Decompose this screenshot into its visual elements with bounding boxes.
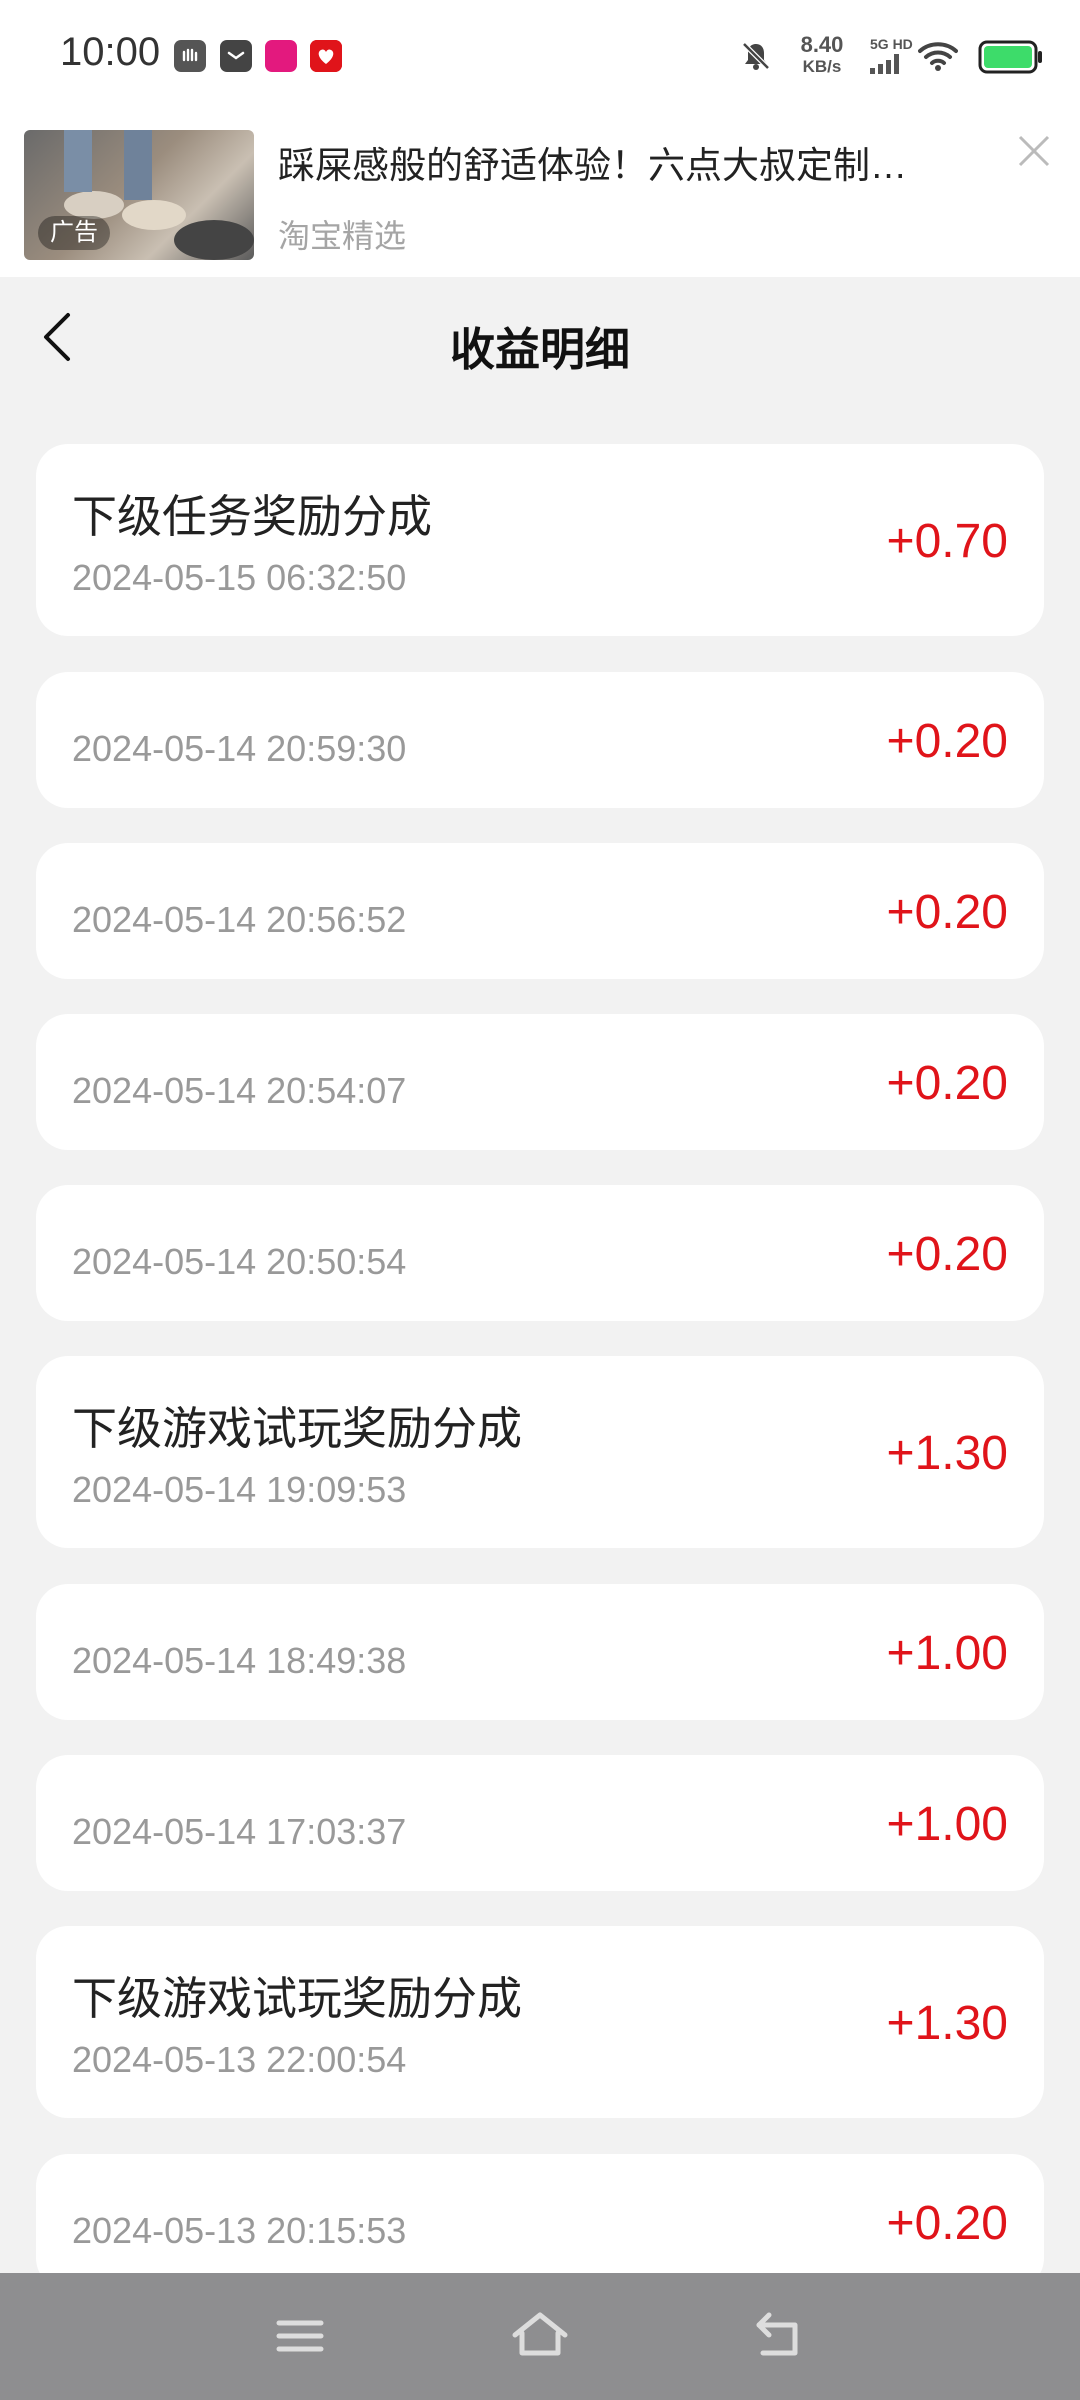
record-time: 2024-05-14 20:54:07 bbox=[72, 1070, 407, 1111]
network-type: 5G HD bbox=[870, 36, 913, 52]
record-time: 2024-05-14 19:09:53 bbox=[72, 1469, 407, 1510]
close-icon[interactable] bbox=[1010, 127, 1058, 175]
income-record[interactable]: 下级游戏试玩奖励分成 2024-05-13 22:00:54 +1.30 bbox=[36, 1926, 1044, 2118]
menu-icon[interactable] bbox=[265, 2301, 335, 2371]
income-record[interactable]: 2024-05-14 20:59:30 +0.20 bbox=[36, 672, 1044, 808]
record-title: 下级游戏试玩奖励分成 bbox=[72, 1403, 523, 1454]
record-amount: +1.00 bbox=[886, 1627, 1008, 1680]
record-amount: +0.20 bbox=[886, 2197, 1008, 2250]
ad-title[interactable]: 踩屎感般的舒适体验！六点大叔定制… bbox=[278, 135, 998, 189]
back-icon[interactable] bbox=[745, 2301, 815, 2371]
record-time: 2024-05-13 20:15:53 bbox=[72, 2210, 407, 2251]
record-amount: +0.20 bbox=[886, 715, 1008, 768]
message-app-icon bbox=[220, 40, 252, 72]
record-time: 2024-05-14 18:49:38 bbox=[72, 1640, 407, 1681]
income-record[interactable]: 2024-05-13 20:15:53 +0.20 bbox=[36, 2154, 1044, 2290]
status-time: 10:00 bbox=[60, 30, 161, 74]
income-record[interactable]: 下级游戏试玩奖励分成 2024-05-14 19:09:53 +1.30 bbox=[36, 1356, 1044, 1548]
page-header: 收益明细 bbox=[0, 277, 1080, 407]
status-bar: 10:00 8.40 KB/s 5G HD bbox=[0, 0, 1080, 115]
income-record[interactable]: 下级任务奖励分成 2024-05-15 06:32:50 +0.70 bbox=[36, 444, 1044, 636]
record-amount: +0.70 bbox=[886, 515, 1008, 568]
income-record[interactable]: 2024-05-14 20:54:07 +0.20 bbox=[36, 1014, 1044, 1150]
record-title: 下级游戏试玩奖励分成 bbox=[72, 1973, 523, 2024]
record-amount: +1.30 bbox=[886, 1997, 1008, 2050]
signal-icon bbox=[870, 54, 899, 74]
system-nav-bar bbox=[0, 2273, 1080, 2400]
ad-tag: 广告 bbox=[38, 216, 110, 250]
record-time: 2024-05-14 20:59:30 bbox=[72, 728, 407, 769]
net-speed: 8.40 KB/s bbox=[792, 32, 852, 76]
record-time: 2024-05-14 20:56:52 bbox=[72, 899, 407, 940]
page-title: 收益明细 bbox=[449, 324, 630, 375]
record-time: 2024-05-14 17:03:37 bbox=[72, 1811, 407, 1852]
income-record[interactable]: 2024-05-14 17:03:37 +1.00 bbox=[36, 1755, 1044, 1891]
net-speed-value: 8.40 bbox=[800, 32, 844, 57]
record-title: 下级任务奖励分成 bbox=[72, 491, 433, 542]
record-amount: +0.20 bbox=[886, 1057, 1008, 1110]
income-record[interactable]: 2024-05-14 20:50:54 +0.20 bbox=[36, 1185, 1044, 1321]
pinduoduo-app-icon bbox=[310, 40, 342, 72]
hand-app-icon bbox=[174, 40, 206, 72]
battery-icon bbox=[978, 40, 1042, 74]
taobao-app-icon bbox=[265, 40, 297, 72]
income-record[interactable]: 2024-05-14 18:49:38 +1.00 bbox=[36, 1584, 1044, 1720]
net-speed-unit: KB/s bbox=[802, 57, 842, 76]
home-icon[interactable] bbox=[505, 2301, 575, 2371]
record-time: 2024-05-15 06:32:50 bbox=[72, 557, 407, 598]
record-amount: +1.30 bbox=[886, 1427, 1008, 1480]
ad-thumbnail[interactable]: 广告 bbox=[24, 130, 254, 260]
wifi-icon bbox=[918, 42, 958, 71]
income-record[interactable]: 2024-05-14 20:56:52 +0.20 bbox=[36, 843, 1044, 979]
record-time: 2024-05-14 20:50:54 bbox=[72, 1241, 407, 1282]
ad-banner[interactable]: 广告 踩屎感般的舒适体验！六点大叔定制… 淘宝精选 bbox=[0, 115, 1080, 277]
record-time: 2024-05-13 22:00:54 bbox=[72, 2039, 407, 2080]
record-amount: +0.20 bbox=[886, 886, 1008, 939]
mute-bell-icon bbox=[742, 42, 770, 70]
record-amount: +1.00 bbox=[886, 1798, 1008, 1851]
ad-source: 淘宝精选 bbox=[278, 218, 407, 254]
status-indicators: 8.40 KB/s 5G HD bbox=[720, 0, 1080, 115]
record-amount: +0.20 bbox=[886, 1228, 1008, 1281]
